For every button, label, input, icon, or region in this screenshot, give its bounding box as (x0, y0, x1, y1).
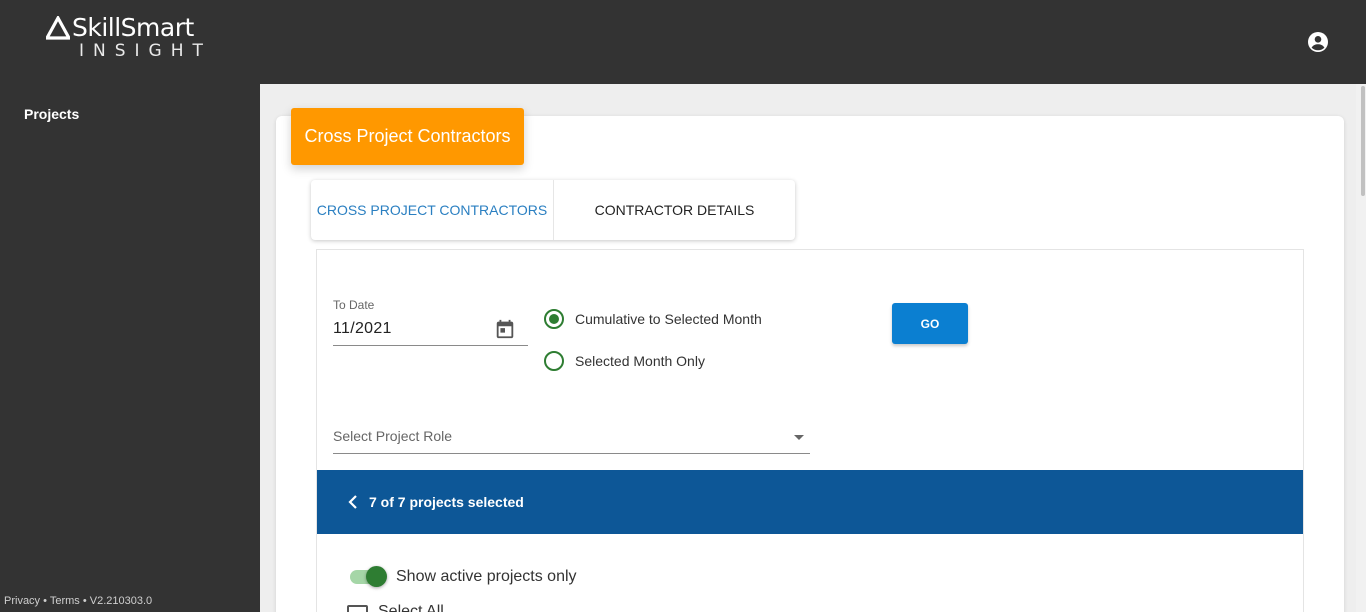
tab-contractor-details[interactable]: CONTRACTOR DETAILS (553, 180, 795, 240)
radio-cumulative-label: Cumulative to Selected Month (575, 311, 762, 327)
to-date-label: To Date (333, 298, 375, 312)
skillsmart-logo[interactable]: SkillSmart INSIGHT (46, 14, 212, 61)
dropdown-caret-icon (794, 435, 804, 440)
active-projects-toggle-knob[interactable] (366, 566, 387, 587)
radio-selected-dot (549, 314, 559, 324)
sidebar: Projects Privacy • Terms • V2.210303.0 (0, 84, 260, 612)
logo-triangle-icon (46, 16, 70, 40)
account-circle-icon[interactable] (1306, 30, 1330, 54)
footer-separator: • (79, 595, 90, 607)
select-all-label: Select All (378, 603, 444, 612)
select-all-checkbox[interactable] (347, 605, 368, 612)
logo-sub-text: INSIGHT (79, 41, 212, 61)
logo-brand-text: SkillSmart (72, 13, 194, 42)
chevron-left-icon[interactable] (346, 494, 360, 510)
radio-cumulative[interactable] (544, 309, 564, 329)
tab-cross-project-contractors[interactable]: CROSS PROJECT CONTRACTORS (311, 180, 553, 240)
footer: Privacy • Terms • V2.210303.0 (4, 595, 152, 607)
radio-selected-month-label: Selected Month Only (575, 353, 705, 369)
sidebar-item-projects[interactable]: Projects (24, 106, 79, 122)
to-date-underline (333, 345, 528, 346)
scrollbar-thumb[interactable] (1361, 86, 1365, 196)
calendar-icon[interactable] (494, 318, 516, 340)
footer-separator: • (40, 595, 50, 607)
to-date-input[interactable]: 11/2021 (333, 320, 392, 338)
active-projects-toggle-label: Show active projects only (396, 568, 577, 585)
project-role-placeholder: Select Project Role (333, 428, 453, 444)
go-button[interactable]: GO (892, 303, 968, 344)
privacy-link[interactable]: Privacy (4, 595, 40, 607)
project-role-select[interactable]: Select Project Role (333, 424, 810, 454)
version-text: V2.210303.0 (89, 595, 153, 607)
tab-bar: CROSS PROJECT CONTRACTORS CONTRACTOR DET… (311, 180, 795, 240)
card-title: Cross Project Contractors (291, 108, 524, 165)
terms-link[interactable]: Terms (50, 595, 80, 607)
projects-selected-count: 7 of 7 projects selected (369, 494, 524, 510)
radio-selected-month[interactable] (544, 351, 564, 371)
